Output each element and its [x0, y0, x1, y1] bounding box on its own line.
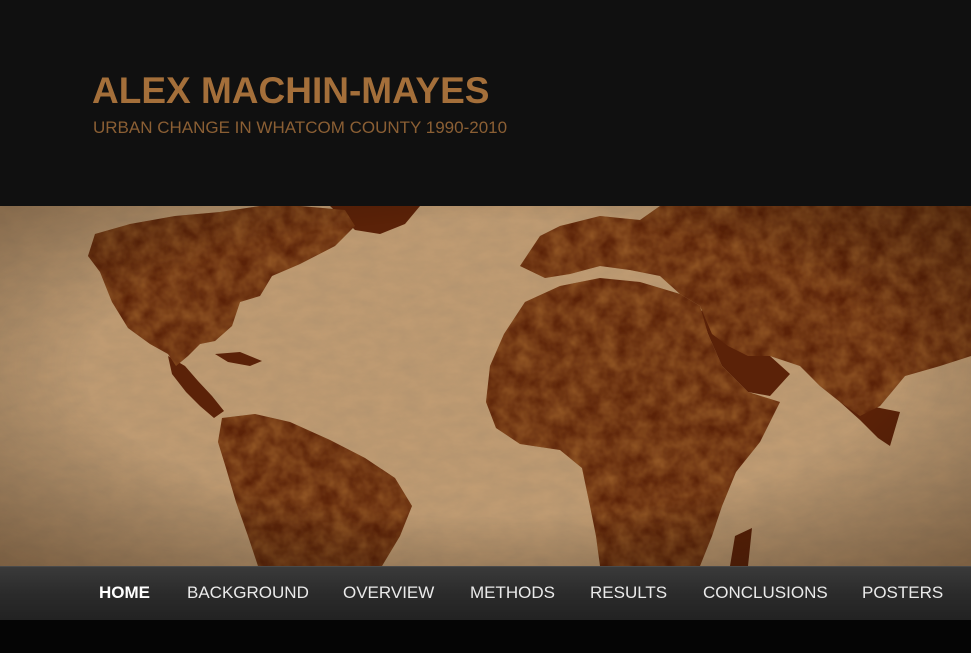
site-header: ALEX MACHIN-MAYES URBAN CHANGE IN WHATCO… — [0, 0, 971, 206]
nav-home[interactable]: HOME — [99, 583, 150, 603]
nav-methods[interactable]: METHODS — [470, 583, 555, 603]
world-map-illustration — [0, 206, 971, 566]
site-tagline: URBAN CHANGE IN WHATCOM COUNTY 1990-2010 — [93, 118, 508, 137]
content-area-top — [0, 620, 971, 653]
nav-background[interactable]: BACKGROUND — [187, 583, 309, 603]
nav-overview[interactable]: OVERVIEW — [343, 583, 434, 603]
nav-results[interactable]: RESULTS — [590, 583, 667, 603]
main-navigation: HOME BACKGROUND OVERVIEW METHODS RESULTS… — [0, 566, 971, 620]
header-banner-image — [0, 206, 971, 566]
site-title[interactable]: ALEX MACHIN-MAYES — [92, 70, 489, 112]
nav-conclusions[interactable]: CONCLUSIONS — [703, 583, 828, 603]
nav-posters[interactable]: POSTERS — [862, 583, 943, 603]
